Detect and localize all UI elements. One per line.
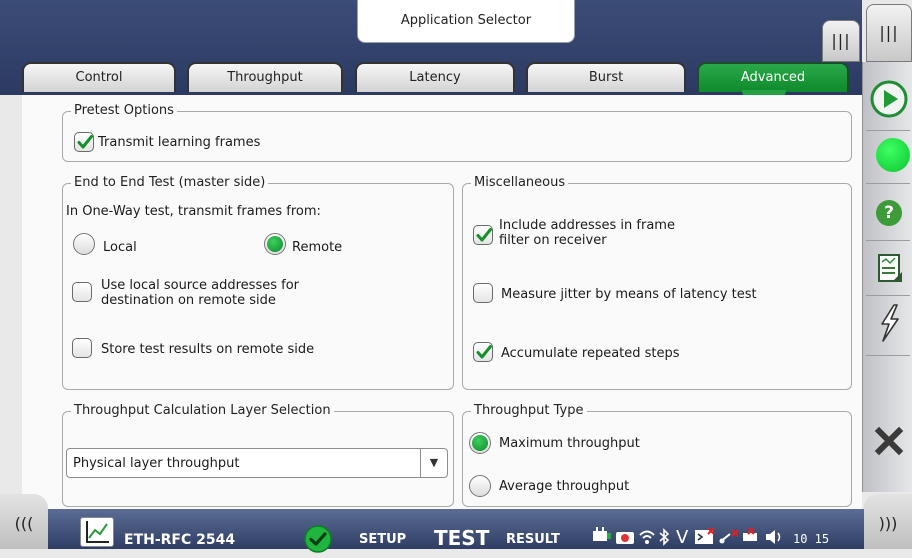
tab-burst[interactable]: Burst	[526, 62, 686, 92]
collapse-right-button[interactable]: )))	[864, 494, 912, 549]
result-button[interactable]: RESULT	[506, 532, 560, 547]
use-local-src-label-line2: destination on remote side	[101, 293, 276, 308]
miscellaneous-title: Miscellaneous	[471, 175, 569, 190]
tab-latency[interactable]: Latency	[355, 62, 515, 92]
remote-radio[interactable]	[264, 233, 286, 255]
usb-disconnected-icon	[718, 528, 740, 550]
help-icon[interactable]: ?	[876, 200, 902, 226]
sidebar-divider	[866, 355, 910, 356]
transmit-learning-label: Transmit learning frames	[98, 135, 261, 150]
maximum-throughput-radio[interactable]	[469, 432, 491, 454]
pretest-options-title: Pretest Options	[71, 103, 177, 118]
collapse-left-button[interactable]: (((	[0, 494, 48, 549]
throughput-type-title: Throughput Type	[471, 403, 587, 418]
network-disconnected-icon	[740, 527, 760, 550]
local-radio-label: Local	[103, 240, 137, 255]
tab-control[interactable]: Control	[22, 62, 176, 92]
sidebar-divider	[866, 240, 910, 241]
average-throughput-label: Average throughput	[499, 479, 630, 494]
accumulate-steps-label: Accumulate repeated steps	[501, 346, 680, 361]
checkmark-icon	[77, 135, 93, 149]
application-selector-button[interactable]: Application Selector	[357, 0, 575, 43]
include-addresses-label-line2: filter on receiver	[499, 233, 607, 248]
store-results-checkbox[interactable]	[72, 338, 92, 358]
lightning-icon[interactable]	[874, 303, 906, 347]
calc-layer-select[interactable]: Physical layer throughput ▼	[66, 448, 448, 478]
wifi-icon	[638, 528, 656, 550]
calc-layer-value: Physical layer throughput	[73, 456, 240, 471]
clock: 10 15	[793, 532, 830, 546]
power-plug-icon	[590, 527, 612, 551]
panel-grip-left[interactable]: |||	[822, 20, 860, 62]
local-radio[interactable]	[73, 233, 95, 255]
tab-throughput[interactable]: Throughput	[187, 62, 343, 92]
terminal-icon	[694, 527, 716, 550]
play-icon[interactable]	[869, 79, 909, 119]
checkmark-icon	[476, 345, 492, 359]
end-to-end-title: End to End Test (master side)	[71, 175, 269, 190]
bluetooth-icon	[658, 528, 670, 550]
close-icon[interactable]	[872, 424, 906, 462]
sidebar-divider	[866, 183, 910, 184]
checkmark-icon	[476, 228, 492, 242]
one-way-prompt: In One-Way test, transmit frames from:	[66, 204, 321, 219]
sidebar-divider	[866, 295, 910, 296]
remote-radio-label: Remote	[292, 240, 343, 255]
dropdown-arrow-icon[interactable]: ▼	[420, 449, 447, 477]
include-addresses-label-line1: Include addresses in frame	[499, 218, 675, 233]
use-local-src-label-line1: Use local source addresses for	[101, 278, 299, 293]
setup-button[interactable]: SETUP	[359, 532, 406, 547]
app-name: ETH-RFC 2544	[124, 532, 236, 548]
app-chart-icon[interactable]	[80, 517, 114, 547]
measure-jitter-label: Measure jitter by means of latency test	[501, 287, 757, 302]
store-results-label: Store test results on remote side	[101, 342, 315, 357]
vnc-icon: V	[676, 527, 689, 548]
calc-layer-title: Throughput Calculation Layer Selection	[71, 403, 334, 418]
tab-advanced[interactable]: Advanced	[697, 62, 849, 92]
include-addresses-checkbox[interactable]	[473, 225, 493, 245]
test-button[interactable]: TEST	[434, 526, 489, 550]
camera-icon	[615, 528, 635, 550]
accumulate-steps-checkbox[interactable]	[473, 342, 493, 362]
sidebar-divider	[866, 130, 910, 131]
maximum-throughput-label: Maximum throughput	[499, 436, 640, 451]
test-status-ok-icon	[303, 524, 333, 558]
report-icon[interactable]	[878, 254, 904, 288]
status-led-icon	[876, 138, 910, 172]
volume-icon[interactable]	[764, 529, 784, 549]
panel-grip-right[interactable]: |||	[866, 4, 912, 62]
average-throughput-radio[interactable]	[469, 475, 491, 497]
use-local-src-checkbox[interactable]	[72, 282, 92, 302]
measure-jitter-checkbox[interactable]	[473, 283, 493, 303]
transmit-learning-checkbox[interactable]	[74, 132, 94, 152]
